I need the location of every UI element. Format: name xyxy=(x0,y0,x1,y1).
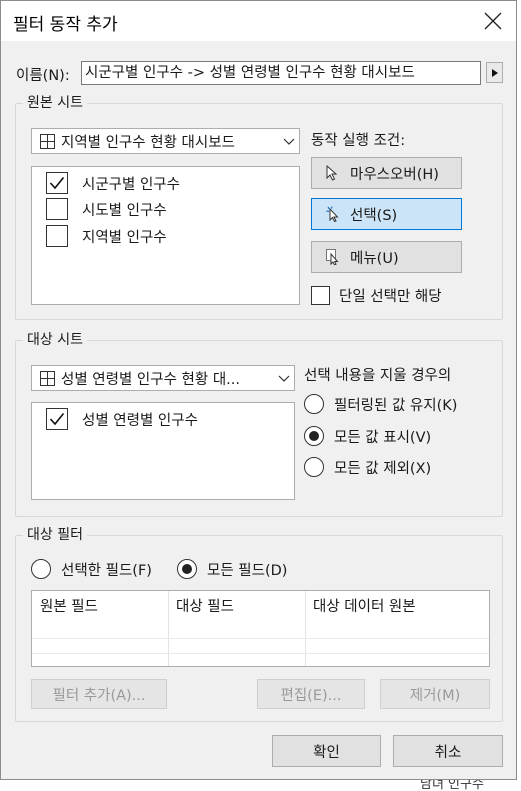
exclude-all-option[interactable]: 모든 값 제외(X) xyxy=(304,456,431,478)
dashboard-grid-icon xyxy=(40,370,55,386)
edit-button[interactable]: 편집(E)... xyxy=(257,679,365,709)
selected-fields-option[interactable]: 선택한 필드(F) xyxy=(31,558,152,580)
target-filters-label: 대상 필터 xyxy=(23,527,87,543)
show-all-option[interactable]: 모든 값 표시(V) xyxy=(304,425,431,447)
row-divider xyxy=(32,638,489,639)
checkmark-icon xyxy=(49,176,65,190)
target-sheets-label: 대상 시트 xyxy=(23,332,87,348)
radio-button[interactable] xyxy=(304,394,324,414)
close-icon xyxy=(484,12,502,30)
click-pointer-icon xyxy=(326,206,339,222)
chevron-down-icon xyxy=(283,138,295,145)
all-fields-option[interactable]: 모든 필드(D) xyxy=(177,558,287,580)
target-dashboard-select[interactable]: 성별 연령별 인구수 현황 대... xyxy=(31,365,295,391)
source-sheets-label: 원본 시트 xyxy=(23,95,87,111)
radio-button[interactable] xyxy=(31,559,51,579)
chevron-down-icon xyxy=(278,375,290,382)
name-insert-button[interactable] xyxy=(486,62,503,83)
column-header-target-field[interactable]: 대상 필드 xyxy=(168,591,305,623)
radio-button[interactable] xyxy=(304,457,324,477)
radio-button[interactable] xyxy=(177,559,197,579)
checkbox[interactable] xyxy=(46,198,68,220)
name-label: 이름(N): xyxy=(16,68,70,84)
cancel-button[interactable]: 취소 xyxy=(393,735,503,767)
add-filter-button[interactable]: 필터 추가(A)... xyxy=(31,679,167,709)
column-header-target-data-source[interactable]: 대상 데이터 원본 xyxy=(305,591,489,623)
single-select-option[interactable]: 단일 선택만 해당 xyxy=(311,285,442,306)
single-select-checkbox[interactable] xyxy=(311,286,330,305)
list-item[interactable]: 시군구별 인구수 xyxy=(46,171,180,195)
field-mapping-table: 원본 필드 대상 필드 대상 데이터 원본 xyxy=(31,590,490,667)
keep-filtered-option[interactable]: 필터링된 값 유지(K) xyxy=(304,393,457,415)
dashboard-grid-icon xyxy=(40,133,55,149)
dialog-title: 필터 동작 추가 xyxy=(13,15,118,35)
ok-button[interactable]: 확인 xyxy=(272,735,381,767)
select-button[interactable]: 선택(S) xyxy=(311,198,462,230)
remove-button[interactable]: 제거(M) xyxy=(380,679,490,709)
menu-button[interactable]: 메뉴(U) xyxy=(311,241,462,273)
radio-button[interactable] xyxy=(304,426,324,446)
run-action-label: 동작 실행 조건: xyxy=(311,133,406,149)
row-divider xyxy=(32,653,489,654)
hover-button[interactable]: 마우스오버(H) xyxy=(311,157,462,189)
list-item[interactable]: 지역별 인구수 xyxy=(46,224,167,248)
clearing-selection-label: 선택 내용을 지울 경우의 xyxy=(304,368,452,384)
source-dashboard-select[interactable]: 지역별 인구수 현황 대시보드 xyxy=(31,128,300,154)
title-bar: 필터 동작 추가 xyxy=(1,1,516,41)
menu-pointer-icon xyxy=(326,249,339,265)
source-sheets-list: 시군구별 인구수 시도별 인구수 지역별 인구수 xyxy=(31,166,300,305)
checkbox[interactable] xyxy=(46,225,68,247)
checkmark-icon xyxy=(49,412,65,426)
column-header-source-field[interactable]: 원본 필드 xyxy=(32,591,168,623)
target-sheets-list: 성별 연령별 인구수 xyxy=(31,402,295,500)
close-button[interactable] xyxy=(471,4,515,38)
checkbox[interactable] xyxy=(46,172,68,194)
column-divider xyxy=(305,591,306,666)
checkbox[interactable] xyxy=(46,408,68,430)
add-filter-action-dialog: 필터 동작 추가 이름(N): 시군구별 인구수 -> 성별 연령별 인구수 현… xyxy=(0,0,517,780)
name-field[interactable]: 시군구별 인구수 -> 성별 연령별 인구수 현황 대시보드 xyxy=(81,61,481,85)
pointer-icon xyxy=(326,165,338,181)
background-area xyxy=(517,0,521,791)
column-divider xyxy=(168,591,169,666)
list-item[interactable]: 성별 연령별 인구수 xyxy=(46,407,198,431)
list-item[interactable]: 시도별 인구수 xyxy=(46,197,167,221)
triangle-right-icon xyxy=(491,68,498,77)
